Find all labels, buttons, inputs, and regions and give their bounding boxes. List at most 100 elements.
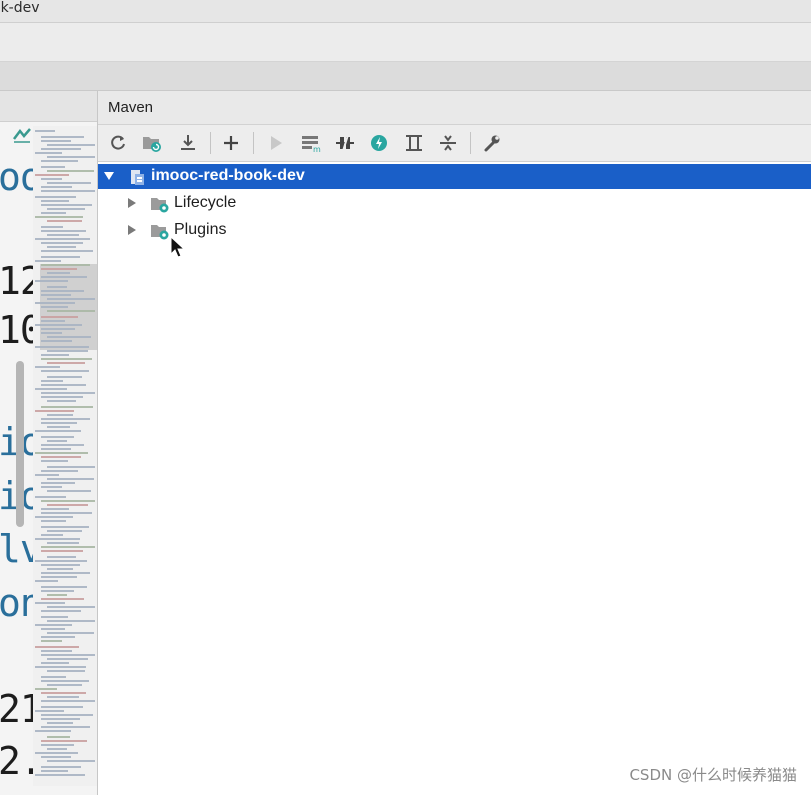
main-toolbar	[0, 23, 811, 62]
collapse-all-icon[interactable]	[435, 130, 461, 156]
watermark: CSDN @什么时候养猫猫	[629, 766, 797, 784]
minimap-line	[41, 706, 83, 708]
tree-node-label: Lifecycle	[174, 194, 237, 211]
minimap-line	[47, 220, 82, 222]
minimap-line	[41, 636, 75, 638]
minimap-line	[41, 340, 72, 342]
tree-node-project-root[interactable]: imooc-red-book-dev	[98, 164, 811, 189]
tree-node-label: imooc-red-book-dev	[151, 167, 305, 184]
minimap-line	[41, 650, 72, 652]
minimap-line	[41, 610, 81, 612]
maven-sync-icon[interactable]	[12, 127, 32, 143]
minimap-line	[47, 760, 95, 762]
run-configuration-icon[interactable]: m	[298, 130, 324, 156]
minimap-line	[41, 160, 78, 162]
minimap-line	[35, 516, 73, 518]
collapsed-arrow-icon[interactable]	[127, 197, 137, 209]
minimap-line	[41, 640, 62, 642]
minimap-line	[41, 526, 89, 528]
minimap-line	[41, 726, 90, 728]
minimap-line	[47, 722, 73, 724]
skip-tests-icon[interactable]	[366, 130, 392, 156]
minimap-line	[47, 568, 73, 570]
minimap-line	[35, 730, 71, 732]
minimap-line	[47, 272, 70, 274]
collapsed-arrow-icon[interactable]	[127, 224, 137, 236]
mouse-pointer-icon	[170, 236, 186, 258]
minimap-line	[41, 654, 95, 656]
minimap-line	[41, 586, 87, 588]
tree-node-plugins[interactable]: Plugins	[98, 218, 811, 243]
run-icon[interactable]	[263, 130, 289, 156]
minimap-line	[35, 580, 58, 582]
show-dependencies-icon[interactable]	[401, 130, 427, 156]
window-title: ok-dev	[0, 0, 40, 16]
minimap-line	[47, 684, 82, 686]
minimap-line	[35, 302, 75, 304]
minimap-line	[41, 406, 93, 408]
minimap-line	[41, 766, 81, 768]
toolbar-separator	[253, 132, 254, 154]
minimap-line	[41, 166, 65, 168]
minimap-line	[35, 646, 79, 648]
minimap-line	[35, 452, 88, 454]
code-minimap[interactable]	[33, 126, 97, 786]
maven-panel-title: Maven	[108, 99, 154, 116]
minimap-line	[47, 556, 76, 558]
minimap-line	[41, 662, 69, 664]
minimap-line	[35, 174, 69, 176]
minimap-line	[47, 234, 79, 236]
minimap-line	[41, 316, 78, 318]
minimap-line	[41, 546, 95, 548]
download-sources-icon[interactable]	[175, 130, 201, 156]
minimap-line	[35, 216, 83, 218]
minimap-line	[41, 520, 66, 522]
minimap-line	[35, 196, 76, 198]
settings-wrench-icon[interactable]	[479, 130, 505, 156]
minimap-line	[41, 332, 62, 334]
minimap-line	[41, 422, 77, 424]
refresh-icon[interactable]	[105, 130, 131, 156]
minimap-line	[35, 324, 82, 326]
expand-arrow-icon[interactable]	[103, 170, 115, 182]
minimap-line	[41, 572, 90, 574]
minimap-line	[47, 658, 88, 660]
minimap-line	[47, 362, 85, 364]
minimap-line	[35, 430, 81, 432]
minimap-line	[35, 260, 61, 262]
tree-node-lifecycle[interactable]: Lifecycle	[98, 191, 811, 216]
minimap-line	[41, 190, 95, 192]
minimap-line	[47, 414, 73, 416]
minimap-line	[47, 170, 94, 172]
minimap-line	[41, 306, 68, 308]
minimap-line	[41, 482, 75, 484]
minimap-line	[47, 504, 88, 506]
minimap-line	[41, 140, 71, 142]
minimap-line	[41, 242, 83, 244]
minimap-line	[47, 376, 82, 378]
minimap-line	[41, 700, 95, 702]
minimap-line	[35, 366, 60, 368]
minimap-line	[47, 208, 85, 210]
minimap-line	[41, 328, 75, 330]
minimap-line	[41, 508, 69, 510]
minimap-line	[35, 410, 74, 412]
minimap-line	[41, 576, 77, 578]
minimap-line	[35, 538, 80, 540]
minimap-line	[41, 500, 95, 502]
minimap-line	[47, 530, 82, 532]
minimap-line	[47, 246, 76, 248]
reimport-folder-icon[interactable]	[139, 130, 165, 156]
add-icon[interactable]	[218, 130, 244, 156]
toggle-offline-icon[interactable]	[332, 130, 358, 156]
code-editor[interactable]: oo 12 10 io io lv on 21 2.	[0, 91, 98, 795]
minimap-line	[41, 226, 63, 228]
minimap-line	[41, 692, 86, 694]
minimap-line	[41, 616, 68, 618]
minimap-line	[35, 710, 64, 712]
minimap-line	[35, 496, 66, 498]
minimap-line	[41, 740, 87, 742]
minimap-line	[47, 182, 91, 184]
minimap-line	[41, 358, 92, 360]
editor-scrollbar[interactable]	[16, 361, 24, 527]
